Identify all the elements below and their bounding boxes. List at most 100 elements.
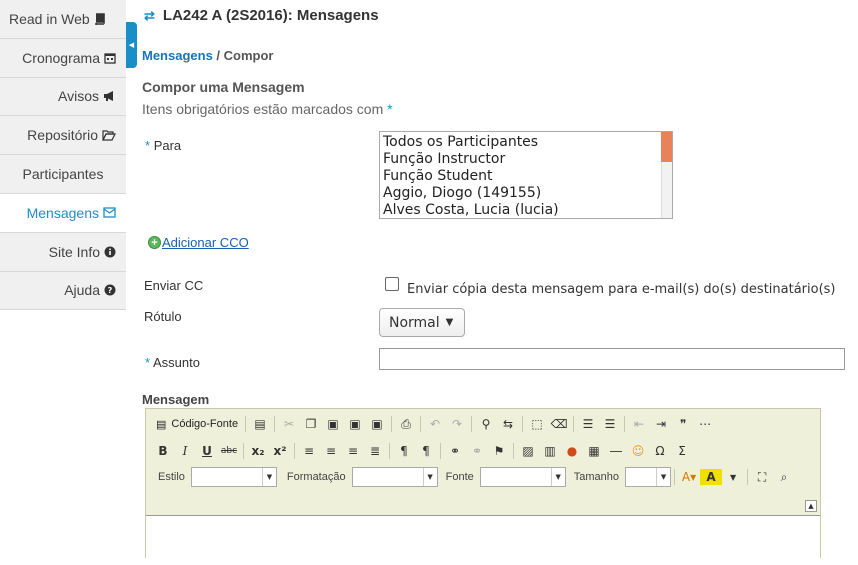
recipients-listbox[interactable]: Todos os Participantes Função Instructor…	[379, 131, 673, 219]
format-combo[interactable]: ▼	[351, 467, 438, 487]
outdent-icon[interactable]: ⇤	[628, 413, 650, 435]
table-icon[interactable]: ▦	[583, 440, 605, 462]
size-label: Tamanho	[573, 471, 620, 483]
font-label: Fonte	[445, 471, 474, 483]
image-icon[interactable]: ▨	[517, 440, 539, 462]
document-icon[interactable]: ▤	[249, 413, 271, 435]
anchor-flag-icon[interactable]: ⚑	[488, 440, 510, 462]
font-combo[interactable]: ▼	[479, 467, 566, 487]
svg-text:?: ?	[108, 286, 113, 295]
remove-format-icon[interactable]: ⌫	[548, 413, 570, 435]
underline-button[interactable]: U	[196, 440, 218, 462]
paste-icon[interactable]: ▣	[322, 413, 344, 435]
align-center-icon[interactable]: ≡	[320, 440, 342, 462]
compose-heading: Compor uma Mensagem	[142, 79, 305, 95]
breadcrumb-current: Compor	[223, 48, 274, 63]
sidebar-item-repositorio[interactable]: Repositório	[0, 116, 126, 156]
sidebar-item-label: Site Info	[48, 243, 100, 260]
to-label: * Para	[145, 138, 181, 153]
media-icon[interactable]: ▥	[539, 440, 561, 462]
numbered-list-icon[interactable]: ☰	[577, 413, 599, 435]
align-right-icon[interactable]: ≡	[342, 440, 364, 462]
special-char-icon[interactable]: Ω	[649, 440, 671, 462]
breadcrumb: Mensagens / Compor	[142, 48, 274, 63]
page-title-text: LA242 A (2S2016): Mensagens	[162, 7, 379, 24]
cut-icon[interactable]: ✂	[278, 413, 300, 435]
toolbar-separator	[420, 416, 422, 432]
find-icon[interactable]: ⚲	[475, 413, 497, 435]
required-star: *	[145, 138, 151, 153]
label-dropdown[interactable]: Normal ▼	[379, 308, 465, 337]
sidebar-item-read-in-web[interactable]: Read in Web	[0, 0, 126, 39]
chevron-down-icon: ▼	[550, 468, 565, 486]
print-icon[interactable]: ⎙	[395, 413, 417, 435]
sidebar-item-participantes[interactable]: Participantes	[0, 155, 126, 194]
bg-color-dropdown-icon[interactable]: ▼	[722, 466, 744, 488]
sidebar-item-label: Cronograma	[22, 49, 100, 66]
undo-icon[interactable]: ↶	[424, 413, 446, 435]
align-justify-icon[interactable]: ≣	[364, 440, 386, 462]
recipients-scrollbar-thumb[interactable]	[661, 132, 672, 162]
align-left-icon[interactable]: ≡	[298, 440, 320, 462]
sidebar-item-site-info[interactable]: Site Info	[0, 232, 126, 272]
cc-checkbox-label[interactable]: Enviar cópia desta mensagem para e-mail(…	[407, 282, 836, 297]
required-star: *	[145, 355, 151, 370]
paste-text-icon[interactable]: ▣	[344, 413, 366, 435]
swap-icon[interactable]: ⇄	[144, 8, 155, 24]
unlink-icon[interactable]: ⚭	[466, 440, 488, 462]
subject-input[interactable]	[379, 348, 845, 370]
bold-button[interactable]: B	[152, 440, 174, 462]
blockquote-icon[interactable]: ❞	[672, 413, 694, 435]
breadcrumb-link-mensagens[interactable]: Mensagens	[142, 48, 213, 63]
toolbar-separator	[274, 416, 276, 432]
link-icon[interactable]: ⚭	[444, 440, 466, 462]
recipient-option[interactable]: Aggio, Diogo (149155)	[380, 185, 672, 202]
replace-icon[interactable]: ⇆	[497, 413, 519, 435]
source-button[interactable]: ▤ Código-Fonte	[152, 413, 242, 435]
div-container-icon[interactable]: ⋯	[694, 413, 716, 435]
rtl-icon[interactable]: ¶	[415, 440, 437, 462]
style-label: Estilo	[158, 471, 185, 483]
redo-icon[interactable]: ↷	[446, 413, 468, 435]
show-blocks-icon[interactable]: ⌕	[773, 466, 795, 488]
paste-word-icon[interactable]: ▣	[366, 413, 388, 435]
sidebar-item-ajuda[interactable]: Ajuda ?	[0, 271, 126, 311]
style-combo[interactable]: ▼	[190, 467, 277, 487]
sidebar-item-avisos[interactable]: Avisos	[0, 77, 126, 117]
add-bcc-link[interactable]: + Adicionar CCO	[148, 235, 249, 250]
ltr-icon[interactable]: ¶	[393, 440, 415, 462]
question-icon: ?	[104, 284, 116, 296]
collapse-toolbar-icon[interactable]: ▲	[805, 500, 817, 512]
copy-icon[interactable]: ❐	[300, 413, 322, 435]
smiley-icon[interactable]: ☺	[627, 440, 649, 462]
italic-button[interactable]: I	[174, 440, 196, 462]
indent-icon[interactable]: ⇥	[650, 413, 672, 435]
toolbar-separator	[440, 443, 441, 459]
toolbar-separator	[513, 443, 514, 459]
to-label-text: Para	[153, 138, 182, 153]
subscript-button[interactable]: x₂	[247, 440, 269, 462]
bg-color-icon[interactable]: A	[700, 469, 723, 485]
maximize-icon[interactable]: ⛶	[751, 466, 773, 488]
sidebar-item-mensagens[interactable]: Mensagens	[0, 193, 126, 233]
size-combo[interactable]: ▼	[625, 467, 672, 487]
math-sigma-icon[interactable]: Σ	[671, 440, 693, 462]
select-all-icon[interactable]: ⬚	[526, 413, 548, 435]
strikethrough-button[interactable]: abc	[218, 440, 240, 462]
label-dropdown-value: Normal	[389, 314, 440, 331]
sidebar-item-cronograma[interactable]: Cronograma	[0, 38, 126, 78]
collapse-sidebar-toggle[interactable]: ◀	[126, 22, 137, 68]
text-color-icon[interactable]: A▾	[678, 466, 700, 488]
toolbar-separator	[389, 443, 390, 459]
flash-icon[interactable]: ●	[561, 440, 583, 462]
recipient-option[interactable]: Alves Costa, Lucia (lucia)	[380, 202, 672, 218]
recipient-option[interactable]: Função Student	[380, 168, 672, 185]
bulleted-list-icon[interactable]: ☰	[599, 413, 621, 435]
message-label: Mensagem	[142, 392, 210, 407]
toolbar-separator	[245, 416, 247, 432]
recipient-option[interactable]: Função Instructor	[380, 151, 672, 168]
cc-checkbox[interactable]	[385, 277, 399, 291]
horizontal-line-icon[interactable]: ―	[605, 440, 627, 462]
superscript-button[interactable]: x²	[269, 440, 291, 462]
recipient-option[interactable]: Todos os Participantes	[380, 134, 672, 151]
